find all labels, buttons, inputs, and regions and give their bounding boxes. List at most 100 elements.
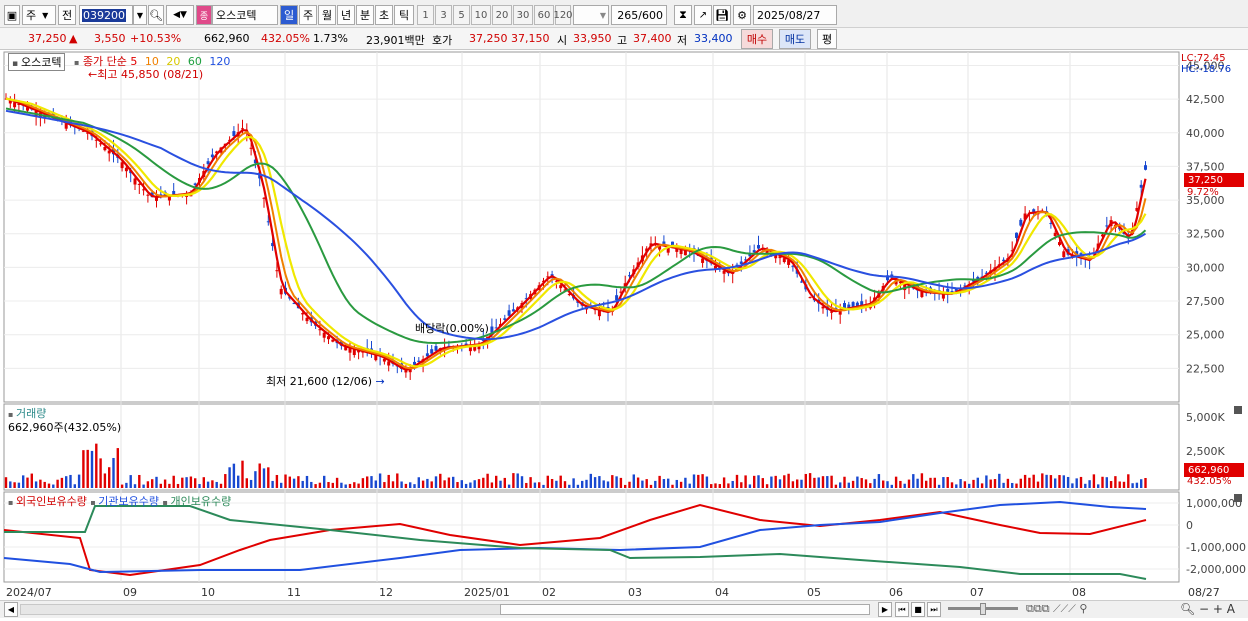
market-select[interactable]: 주 ▼	[22, 5, 56, 25]
period-week-button[interactable]: 주	[299, 5, 317, 25]
interval-20-button[interactable]: 20	[492, 5, 512, 25]
candle-body	[13, 102, 17, 108]
volume-value: 662,960	[204, 32, 250, 45]
volume-bar	[108, 467, 111, 488]
volume-bar	[611, 475, 614, 488]
turnover-pct: 1.73%	[313, 32, 348, 45]
scroll-left-icon[interactable]: ◀	[4, 602, 18, 617]
buy-button[interactable]: 매수	[741, 29, 773, 49]
volume-bar	[112, 457, 115, 488]
volume-bar	[211, 480, 214, 488]
volume-bar	[17, 482, 21, 488]
sell-button[interactable]: 매도	[779, 29, 811, 49]
period-year-button[interactable]: 년	[337, 5, 355, 25]
volume-bar	[297, 476, 300, 488]
volume-bar	[1097, 484, 1100, 488]
volume-bar	[808, 473, 812, 488]
volume-bar	[563, 481, 567, 488]
evaluate-button[interactable]: 평	[817, 29, 837, 49]
interval-10-button[interactable]: 10	[471, 5, 491, 25]
settings-gear-icon[interactable]: ⚙	[733, 5, 751, 25]
volume-bar	[142, 484, 145, 488]
period-day-button[interactable]: 일	[280, 5, 298, 25]
volume-bar	[559, 475, 562, 488]
volume-bar	[194, 478, 197, 488]
volume-bar	[907, 479, 911, 488]
volume-bar	[146, 481, 150, 488]
zoom-in-out-icon[interactable]: 🔍︎ − + A	[1180, 602, 1235, 616]
volume-bar	[1002, 482, 1005, 488]
interval-60-button[interactable]: 60	[534, 5, 554, 25]
volume-bar	[482, 477, 485, 488]
volume-bar	[219, 483, 223, 488]
volume-bar	[1054, 478, 1057, 488]
chart-menu-icon[interactable]: ▣	[4, 5, 20, 25]
stock-tag[interactable]: ▪ 오스코텍	[8, 53, 66, 71]
period-month-button[interactable]: 월	[318, 5, 336, 25]
volume-bar	[576, 484, 580, 488]
volume-bar	[714, 483, 717, 488]
candle-body	[507, 310, 511, 316]
volume-bar	[185, 477, 188, 488]
volume-bar	[1006, 478, 1010, 488]
chart-area[interactable]: 45,000 42,500 40,000 37,500 35,000 32,500 30,0…	[0, 50, 1248, 621]
period-minute-button[interactable]: 분	[356, 5, 374, 25]
scroll-right-icon[interactable]: ▶	[878, 602, 892, 617]
mode-button[interactable]: 전	[58, 5, 76, 25]
zoom-slider-handle[interactable]	[980, 603, 986, 615]
candle-body	[124, 167, 128, 172]
interval-30-button[interactable]: 30	[513, 5, 533, 25]
holding-panel-close-icon[interactable]	[1234, 494, 1242, 502]
volume-bar	[138, 474, 141, 488]
date-field[interactable]: 2025/08/27	[753, 5, 837, 25]
volume-bar	[765, 484, 769, 488]
candle-body	[322, 332, 326, 338]
volume-bar	[1118, 481, 1121, 488]
save-icon[interactable]: 💾︎	[713, 5, 731, 25]
stock-group-icon[interactable]: 종	[196, 5, 212, 25]
chart-canvas[interactable]: 45,00042,50040,00037,50035,00032,50030,0…	[0, 50, 1248, 621]
volume-bar	[632, 474, 635, 488]
prev-next-stock-button[interactable]: ◀▼	[166, 5, 194, 25]
candle-type-icon[interactable]: ⧗	[674, 5, 692, 25]
volume-bar	[22, 475, 25, 488]
indicator-icon[interactable]: ↗	[694, 5, 712, 25]
trade-amount: 23,901백만	[366, 34, 425, 47]
drawing-tools-icon[interactable]: ⧉⧉⧉ ⟋⟋⟋ ⚲	[1026, 602, 1087, 616]
candle-body	[210, 154, 214, 158]
volume-tick-label: 5,000K	[1186, 411, 1225, 424]
interval-5-button[interactable]: 5	[453, 5, 470, 25]
interval-1-button[interactable]: 1	[417, 5, 434, 25]
stop-icon[interactable]: ■	[911, 602, 925, 617]
volume-panel-close-icon[interactable]	[1234, 406, 1242, 414]
interval-120-button[interactable]: 120	[553, 5, 573, 25]
custom-interval-select[interactable]: ▼	[573, 5, 609, 25]
volume-bar	[275, 474, 279, 488]
period-tick-button[interactable]: 틱	[394, 5, 414, 25]
volume-bar	[856, 476, 859, 488]
volume-bar	[206, 481, 210, 488]
fast-forward-icon[interactable]: ⏭	[927, 602, 941, 617]
code-dropdown-button[interactable]: ▼	[133, 5, 147, 25]
rewind-icon[interactable]: ⏮	[895, 602, 909, 617]
volume-bar	[998, 473, 1001, 488]
holding-tick-label: 0	[1186, 519, 1193, 532]
period-second-button[interactable]: 초	[375, 5, 393, 25]
volume-bar	[877, 474, 881, 488]
volume-bar	[1088, 480, 1091, 488]
volume-bar	[572, 478, 575, 488]
volume-bar	[671, 484, 674, 488]
price-tick-label: 25,000	[1186, 329, 1225, 342]
volume-bar	[1114, 476, 1117, 488]
data-count-field[interactable]: 265/600	[611, 5, 667, 25]
interval-3-button[interactable]: 3	[435, 5, 452, 25]
volume-bar	[796, 479, 799, 488]
search-icon[interactable]: 🔍︎	[148, 5, 164, 25]
scrollbar-thumb[interactable]	[500, 604, 870, 615]
stock-code-input[interactable]: 039200	[79, 5, 133, 25]
volume-bar	[641, 480, 644, 488]
candle-body	[305, 317, 309, 322]
chevron-down-icon: ▼	[42, 10, 49, 20]
volume-bar	[843, 476, 846, 488]
price-tick-label: 32,500	[1186, 228, 1225, 241]
